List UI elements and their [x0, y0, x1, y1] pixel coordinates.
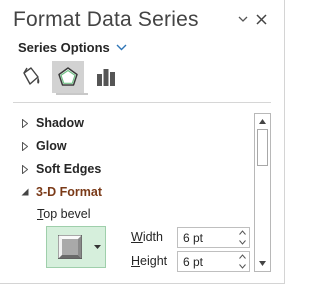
- section-label: Shadow: [36, 116, 84, 130]
- dropdown-arrow-icon: [94, 245, 101, 249]
- section-label: Glow: [36, 139, 67, 153]
- close-button[interactable]: [254, 12, 268, 26]
- width-label: Width: [131, 230, 163, 244]
- active-tab-indicator: [56, 93, 88, 95]
- scroll-down-button[interactable]: [256, 257, 269, 270]
- bar-chart-icon: [97, 69, 115, 86]
- chevron-down-icon: [238, 16, 248, 22]
- expand-arrow-icon: [18, 141, 32, 151]
- height-value: 6 pt: [183, 254, 204, 269]
- bevel-preview-icon: [58, 235, 82, 259]
- section-shadow[interactable]: Shadow: [0, 114, 84, 132]
- pane-title: Format Data Series: [13, 8, 199, 31]
- height-label: Height: [131, 254, 168, 268]
- width-value: 6 pt: [183, 230, 204, 245]
- series-options-label: Series Options: [18, 40, 110, 55]
- height-spinbox[interactable]: 6 pt: [177, 251, 250, 272]
- tab-fill-line[interactable]: [14, 61, 46, 93]
- expand-arrow-icon: [18, 118, 32, 128]
- scroll-up-arrow-icon: [259, 119, 266, 124]
- scroll-down-arrow-icon: [259, 261, 266, 266]
- spin-down-icon[interactable]: [238, 240, 246, 245]
- vertical-scrollbar[interactable]: [254, 113, 271, 272]
- chevron-down-icon: [116, 44, 127, 51]
- spin-up-icon[interactable]: [238, 254, 246, 259]
- section-3d-format[interactable]: 3-D Format: [0, 183, 102, 201]
- format-data-series-pane: Format Data Series Series Options Shadow…: [0, 0, 285, 284]
- section-label: 3-D Format: [36, 185, 102, 199]
- width-spinbox[interactable]: 6 pt: [177, 227, 250, 248]
- tab-series-options[interactable]: [90, 61, 122, 93]
- spin-up-icon[interactable]: [238, 230, 246, 235]
- scroll-up-button[interactable]: [256, 115, 269, 128]
- section-glow[interactable]: Glow: [0, 137, 67, 155]
- collapse-arrow-icon: [18, 188, 32, 196]
- spin-down-icon[interactable]: [238, 264, 246, 269]
- format-tabs: [14, 61, 122, 93]
- close-icon: [255, 13, 267, 25]
- top-bevel-label: Top bevel: [37, 207, 91, 221]
- paint-bucket-icon: [23, 67, 40, 85]
- task-pane-options-button[interactable]: [236, 12, 250, 26]
- series-options-dropdown[interactable]: Series Options: [18, 40, 127, 55]
- pentagon-icon: [58, 67, 78, 86]
- expand-arrow-icon: [18, 164, 32, 174]
- divider: [13, 102, 271, 103]
- top-bevel-dropdown[interactable]: [46, 226, 106, 268]
- tab-effects[interactable]: [52, 61, 84, 93]
- section-label: Soft Edges: [36, 162, 102, 176]
- scrollbar-thumb[interactable]: [257, 129, 268, 166]
- section-soft-edges[interactable]: Soft Edges: [0, 160, 101, 178]
